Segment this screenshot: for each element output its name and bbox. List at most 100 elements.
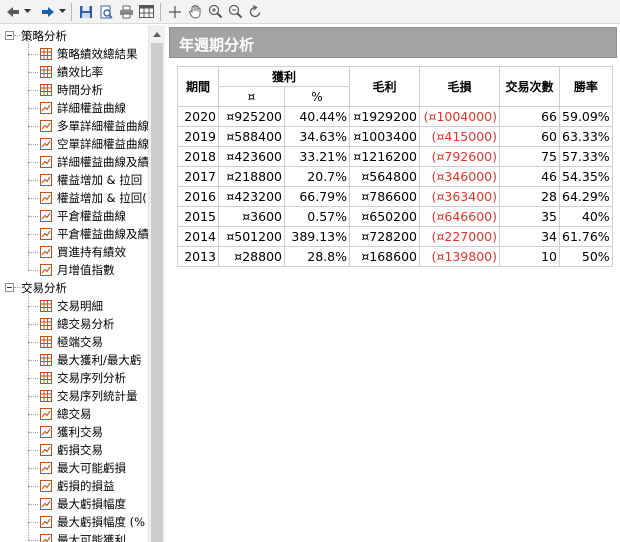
- tree-item[interactable]: 最大虧損幅度: [0, 495, 148, 513]
- cell-gross-profit: ¤564800: [349, 166, 420, 187]
- save-icon[interactable]: [76, 2, 96, 22]
- scrollbar-thumb[interactable]: [151, 43, 163, 542]
- tree-item[interactable]: 買進持有績效: [0, 243, 148, 261]
- tree-item[interactable]: 最大獲利/最大虧: [0, 351, 148, 369]
- tree-connector: [28, 144, 38, 145]
- zoom-in-icon[interactable]: [205, 2, 225, 22]
- table-icon: [40, 372, 52, 384]
- table-view-icon[interactable]: [136, 2, 156, 22]
- tree-item[interactable]: 平倉權益曲線: [0, 207, 148, 225]
- cell-win-rate: 64.29%: [559, 186, 613, 207]
- collapse-icon[interactable]: [5, 31, 14, 40]
- cell-gross-profit: ¤1216200: [349, 146, 420, 167]
- tree-item[interactable]: 虧損交易: [0, 441, 148, 459]
- header-gross-profit: 毛利: [349, 66, 420, 107]
- tree-item[interactable]: 總交易: [0, 405, 148, 423]
- cell-gross-profit: ¤728200: [349, 226, 420, 247]
- back-dropdown-icon[interactable]: [23, 2, 32, 22]
- tree-connector: [28, 396, 38, 397]
- cell-profit: ¤218800: [218, 166, 285, 187]
- cell-profit-percent: 28.8%: [284, 246, 350, 267]
- tree-item[interactable]: 交易序列統計量: [0, 387, 148, 405]
- forward-arrow-icon[interactable]: [38, 2, 58, 22]
- table-row: 2013 ¤28800 28.8% ¤168600 (¤139800) 10 50%: [177, 246, 613, 267]
- tree-item[interactable]: 交易序列分析: [0, 369, 148, 387]
- cell-gross-profit: ¤1929200: [349, 106, 420, 127]
- table-row: 2017 ¤218800 20.7% ¤564800 (¤346000) 46 54.35%: [177, 166, 613, 187]
- tree-item[interactable]: 詳細權益曲線及績: [0, 153, 148, 171]
- back-arrow-icon[interactable]: [3, 2, 23, 22]
- cell-profit-percent: 33.21%: [284, 146, 350, 167]
- tree-connector: [28, 270, 38, 271]
- tree-connector: [28, 72, 38, 73]
- tree-connector: [28, 234, 38, 235]
- zoom-out-icon[interactable]: [225, 2, 245, 22]
- tree-group-2[interactable]: 交易分析: [0, 279, 148, 297]
- print-preview-icon[interactable]: [96, 2, 116, 22]
- tree-item[interactable]: 獲利交易: [0, 423, 148, 441]
- tree-connector: [28, 450, 38, 451]
- tree-item[interactable]: 虧損的損益: [0, 477, 148, 495]
- tree-connector: [28, 306, 38, 307]
- cell-year: 2015: [177, 206, 219, 227]
- table-icon: [40, 390, 52, 402]
- table-row: 2020 ¤925200 40.44% ¤1929200 (¤1004000) 66 59.…: [177, 106, 613, 127]
- tree-item[interactable]: 最大可能虧損: [0, 459, 148, 477]
- tree-item-label: 最大獲利/最大虧: [57, 353, 142, 367]
- tree-connector: [28, 180, 38, 181]
- tree-item[interactable]: 時間分析: [0, 81, 148, 99]
- chart-icon: [40, 444, 52, 456]
- tree-group-1[interactable]: 策略分析: [0, 27, 148, 45]
- cell-year: 2016: [177, 186, 219, 207]
- cell-profit-percent: 20.7%: [284, 166, 350, 187]
- refresh-icon[interactable]: [245, 2, 265, 22]
- tree-item-label: 平倉權益曲線及績: [57, 227, 148, 241]
- cell-win-rate: 40%: [559, 206, 613, 227]
- cell-year: 2017: [177, 166, 219, 187]
- tree-item[interactable]: 策略績效總結果: [0, 45, 148, 63]
- tree-connector: [28, 162, 38, 163]
- tree-scrollbar[interactable]: [148, 25, 165, 542]
- crosshair-icon[interactable]: [165, 2, 185, 22]
- pan-hand-icon[interactable]: [185, 2, 205, 22]
- cell-gross-loss: (¤139800): [419, 246, 500, 267]
- tree-connector: [14, 35, 20, 36]
- forward-dropdown-icon[interactable]: [58, 2, 67, 22]
- tree-item-label: 詳細權益曲線及績: [57, 155, 148, 169]
- tree-item[interactable]: 平倉權益曲線及績: [0, 225, 148, 243]
- cell-win-rate: 59.09%: [559, 106, 613, 127]
- print-icon[interactable]: [116, 2, 136, 22]
- report-title: 年週期分析: [179, 36, 255, 54]
- table-icon: [40, 318, 52, 330]
- cell-gross-loss: (¤227000): [419, 226, 500, 247]
- cell-trade-count: 60: [499, 126, 560, 147]
- tree-item[interactable]: 多單詳細權益曲線: [0, 117, 148, 135]
- tree-item-label: 最大虧損幅度: [57, 497, 126, 511]
- tree-item-label: 詳細權益曲線: [57, 101, 126, 115]
- header-profit-currency: ¤: [218, 86, 285, 107]
- cell-year: 2014: [177, 226, 219, 247]
- cell-trade-count: 66: [499, 106, 560, 127]
- tree-item-label: 最大虧損幅度 (%: [57, 515, 146, 529]
- tree-item[interactable]: 權益增加 & 拉回(: [0, 189, 148, 207]
- table-row: 2015 ¤3600 0.57% ¤650200 (¤646600) 35 40%: [177, 206, 613, 227]
- tree-item-label: 極端交易: [57, 335, 103, 349]
- cell-win-rate: 57.33%: [559, 146, 613, 167]
- tree-item-label: 買進持有績效: [57, 245, 126, 259]
- scroll-up-icon[interactable]: [149, 26, 165, 42]
- tree-connector: [28, 126, 38, 127]
- tree-item[interactable]: 詳細權益曲線: [0, 99, 148, 117]
- tree-item[interactable]: 最大可能獲利: [0, 531, 148, 542]
- tree-item[interactable]: 極端交易: [0, 333, 148, 351]
- table-icon: [40, 66, 52, 78]
- cell-profit-percent: 40.44%: [284, 106, 350, 127]
- tree-connector: [28, 198, 38, 199]
- tree-item[interactable]: 總交易分析: [0, 315, 148, 333]
- tree-item[interactable]: 月增值指數: [0, 261, 148, 279]
- tree-item[interactable]: 最大虧損幅度 (%: [0, 513, 148, 531]
- tree-item[interactable]: 交易明細: [0, 297, 148, 315]
- tree-item[interactable]: 權益增加 & 拉回: [0, 171, 148, 189]
- collapse-icon[interactable]: [5, 283, 14, 292]
- tree-item[interactable]: 績效比率: [0, 63, 148, 81]
- tree-item[interactable]: 空單詳細權益曲線: [0, 135, 148, 153]
